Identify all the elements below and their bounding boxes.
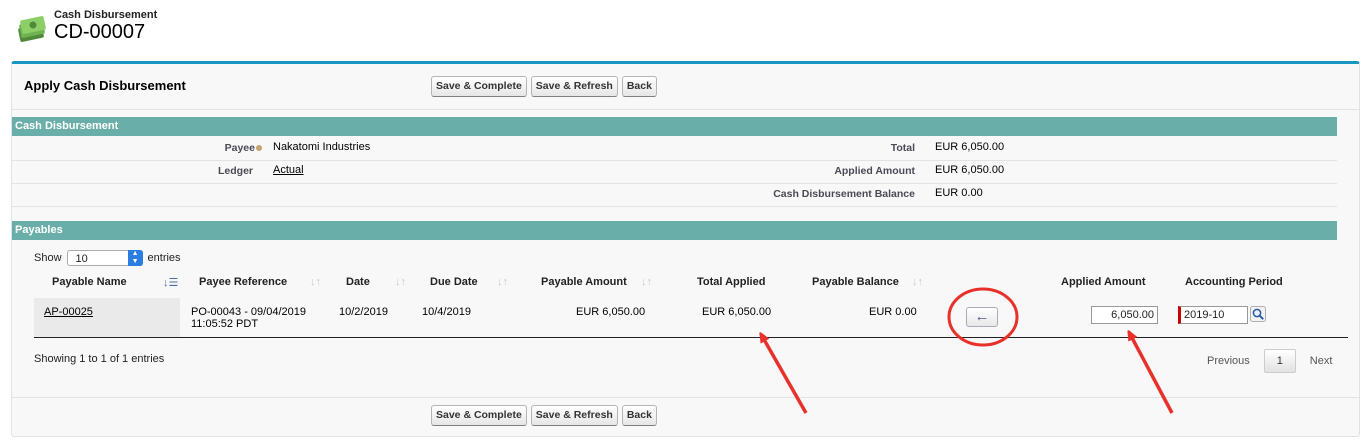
payable-link[interactable]: AP-00025 [44, 306, 93, 318]
col-accounting-period: Accounting Period [1185, 276, 1283, 288]
save-complete-button[interactable]: Save & Complete [431, 76, 527, 97]
bottom-button-bar: Save & Complete Save & Refresh Back [431, 405, 657, 426]
record-name: CD-00007 [54, 21, 146, 43]
col-applied-amount: Applied Amount [1061, 276, 1146, 288]
apply-full-amount-button[interactable]: ← [966, 307, 998, 327]
due-date-cell: 10/4/2019 [422, 306, 471, 318]
page-number-button[interactable]: 1 [1263, 349, 1296, 373]
sort-icon[interactable]: ↓↑ [641, 276, 652, 288]
pagination: Previous 1 Next [1207, 349, 1332, 373]
lookup-search-icon[interactable] [1250, 306, 1266, 322]
sort-icon[interactable]: ↓↑ [912, 276, 923, 288]
save-refresh-button[interactable]: Save & Refresh [530, 76, 618, 97]
payee-value: Nakatomi Industries [273, 141, 371, 153]
detail-row-1: Payee Nakatomi Industries Total EUR 6,05… [12, 137, 1337, 161]
sort-icon[interactable]: ↓↑ [310, 276, 321, 288]
payable-balance-cell: EUR 0.00 [869, 306, 917, 318]
top-button-bar: Save & Complete Save & Refresh Back [431, 76, 657, 97]
back-button-bottom[interactable]: Back [621, 405, 657, 426]
total-label: Total [890, 142, 915, 154]
date-cell: 10/2/2019 [339, 306, 388, 318]
select-arrows-icon: ▲ ▼ [127, 250, 143, 266]
detail-row-2: Ledger Actual Applied Amount EUR 6,050.0… [12, 160, 1337, 184]
record-type-label: Cash Disbursement [54, 9, 158, 21]
entries-label: entries [147, 252, 181, 264]
save-complete-button-bottom[interactable]: Save & Complete [431, 405, 527, 426]
table-info: Showing 1 to 1 of 1 entries [34, 353, 165, 365]
sort-desc-icon[interactable]: ↓☰ [163, 276, 178, 289]
table-bottom-border [34, 337, 1348, 338]
panel-footer: Save & Complete Save & Refresh Back [12, 397, 1359, 436]
payee-label: Payee [200, 142, 262, 154]
money-stack-icon [18, 16, 46, 42]
page-size-value: 10 [75, 253, 88, 265]
page-title: Apply Cash Disbursement [24, 78, 186, 93]
cash-disbursement-section-header: Cash Disbursement [12, 117, 1337, 136]
help-icon[interactable] [256, 145, 262, 152]
payee-reference-cell: PO-00043 - 09/04/2019 [191, 306, 306, 318]
sort-icon[interactable]: ↓↑ [395, 276, 406, 288]
col-date[interactable]: Date [346, 276, 370, 288]
ledger-link[interactable]: Actual [273, 164, 304, 176]
col-due-date[interactable]: Due Date [430, 276, 478, 288]
save-refresh-button-bottom[interactable]: Save & Refresh [530, 405, 618, 426]
total-value: EUR 6,050.00 [935, 141, 1005, 153]
col-payee-reference[interactable]: Payee Reference [199, 276, 287, 288]
accounting-period-input[interactable]: 2019-10 [1178, 306, 1248, 324]
applied-amount-label: Applied Amount [834, 165, 915, 177]
detail-row-3: Cash Disbursement Balance EUR 0.00 [12, 183, 1337, 207]
payable-name-cell: AP-00025 [44, 306, 93, 318]
sort-icon[interactable]: ↓↑ [497, 276, 508, 288]
total-applied-cell: EUR 6,050.00 [702, 306, 772, 318]
col-payable-name[interactable]: Payable Name [52, 276, 127, 288]
previous-page-button[interactable]: Previous [1207, 355, 1250, 367]
applied-amount-input[interactable]: 6,050.00 [1091, 306, 1158, 324]
arrow-left-icon: ← [974, 308, 990, 325]
back-button[interactable]: Back [621, 76, 657, 97]
applied-amount-value: EUR 6,050.00 [935, 164, 1005, 176]
payee-reference-cell-line2: 11:05:52 PDT [191, 318, 259, 330]
payable-amount-cell: EUR 6,050.00 [576, 306, 646, 318]
col-total-applied: Total Applied [697, 276, 766, 288]
col-payable-amount[interactable]: Payable Amount [541, 276, 627, 288]
balance-value: EUR 0.00 [935, 187, 983, 199]
ledger-value: Actual [273, 164, 304, 176]
page-size-select[interactable]: 10 ▲ ▼ [66, 250, 143, 266]
ledger-label: Ledger [217, 165, 253, 177]
next-page-button[interactable]: Next [1310, 355, 1333, 367]
panel-header: Apply Cash Disbursement Save & Complete … [12, 64, 1359, 110]
page-size-control: Show 10 ▲ ▼ entries [34, 250, 181, 266]
col-payable-balance[interactable]: Payable Balance [812, 276, 899, 288]
payables-section-header: Payables [12, 221, 1337, 240]
show-label: Show [34, 252, 62, 264]
balance-label: Cash Disbursement Balance [773, 188, 915, 200]
